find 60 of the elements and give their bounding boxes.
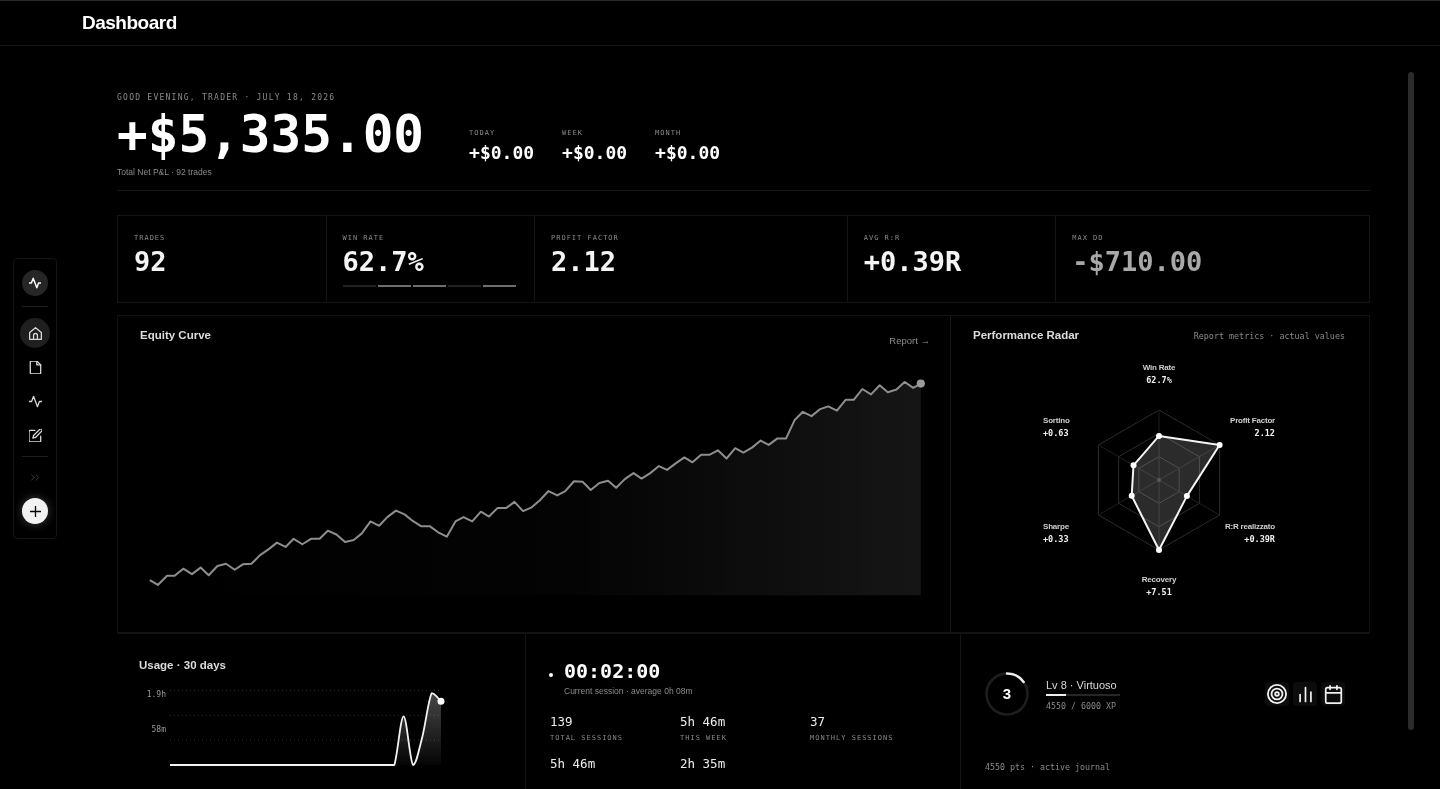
radar-axis-label: Sortino (1043, 415, 1070, 427)
greeting-text: GOOD EVENING, TRADER · JULY 18, 2026 (117, 92, 336, 104)
radar-axis-label: Sharpe (1043, 521, 1069, 533)
radar-axis-value: +7.51 (1146, 586, 1172, 598)
radar-axis-value: 2.12 (1254, 427, 1275, 439)
radar-axis-label: Recovery (1141, 574, 1177, 586)
stat-value: 37 (810, 714, 826, 730)
report-link[interactable]: Report → (889, 335, 930, 347)
ring-value: 3 (1002, 685, 1012, 703)
panel-title: Performance Radar (973, 328, 1080, 342)
bar-chart-icon (1296, 685, 1314, 703)
radar-axis-value: +0.33 (1043, 533, 1069, 545)
stat-value: 2h 35m (680, 756, 726, 772)
pulse-icon (29, 277, 41, 289)
calendar-icon (1323, 684, 1343, 704)
stat-value: 5h 46m (680, 714, 726, 730)
page-title: Dashboard (82, 12, 177, 34)
pulse-icon (28, 394, 42, 408)
chart-button[interactable] (1293, 682, 1317, 706)
metric-value: 2.12 (551, 247, 617, 277)
axis-label: 1.9h (146, 690, 166, 699)
target-icon (1267, 684, 1287, 704)
edit-icon (28, 428, 42, 442)
axis-label: 58m (151, 725, 166, 734)
add-button[interactable] (22, 498, 48, 524)
metric-value: -$710.00 (1072, 247, 1203, 277)
panel-note: Report metrics · actual values (1193, 330, 1345, 342)
metric-value: 92 (134, 247, 167, 277)
xp-text: 4550 / 6000 XP (1046, 700, 1116, 711)
radar-axis-value: +0.39R (1244, 533, 1275, 545)
session-caption: Current session · average 0h 08m (564, 685, 693, 697)
stat-value: 5h 46m (550, 756, 596, 772)
panel-title: Usage · 30 days (139, 658, 226, 672)
radar-axis-label: Win Rate (1142, 362, 1176, 374)
total-pnl-caption: Total Net P&L · 92 trades (117, 166, 212, 178)
target-button[interactable] (1265, 682, 1289, 706)
status-dot-icon (549, 673, 553, 677)
nav-item[interactable] (20, 318, 50, 348)
calendar-button[interactable] (1321, 682, 1345, 706)
plus-icon (29, 505, 41, 517)
double-chevron-icon (30, 472, 40, 482)
home-icon (28, 326, 42, 340)
panel-title: Equity Curve (140, 328, 211, 342)
session-timer: 00:02:00 (564, 659, 661, 683)
radar-axis-value: +0.63 (1043, 427, 1069, 439)
metric-value: 62.7% (342, 247, 424, 277)
activity-button[interactable] (22, 270, 48, 296)
radar-axis-label: Profit Factor (1230, 415, 1275, 427)
period-value: +$0.00 (562, 142, 628, 164)
file-icon (28, 360, 42, 374)
period-value: +$0.00 (469, 142, 535, 164)
radar-axis-value: 62.7% (1146, 374, 1172, 386)
stat-value: 139 (550, 714, 573, 730)
total-pnl-value: +$5,335.00 (117, 108, 425, 162)
points-caption: 4550 pts · active journal (985, 762, 1110, 772)
metric-value: +0.39R (863, 247, 962, 277)
level-title: Lv 8 · Virtuoso (1046, 677, 1117, 692)
radar-axis-label: R:R realizzato (1224, 521, 1275, 533)
scrollbar[interactable] (1408, 72, 1414, 730)
period-value: +$0.00 (655, 142, 721, 164)
